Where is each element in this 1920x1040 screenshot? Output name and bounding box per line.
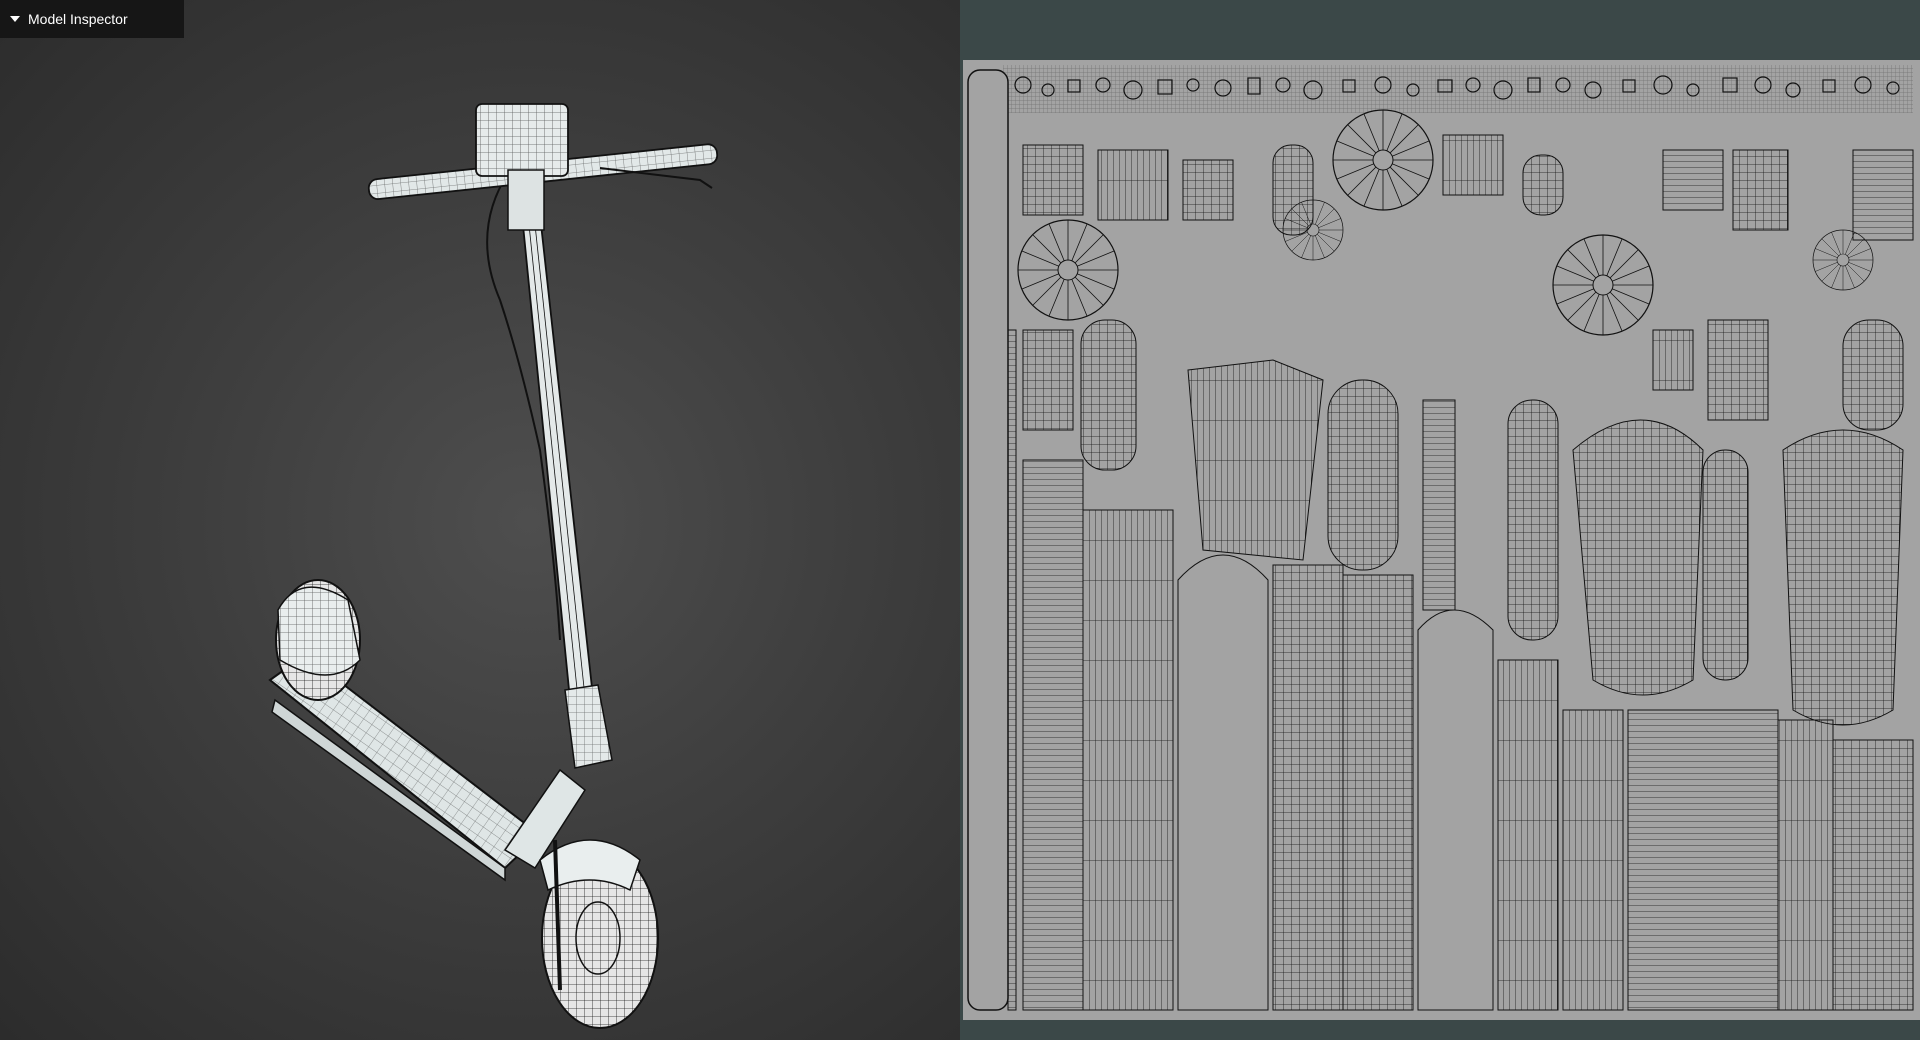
- front-wheel: [539, 839, 659, 1029]
- 3d-viewport[interactable]: [0, 0, 960, 1040]
- scooter-wireframe-model[interactable]: [0, 0, 960, 1040]
- uv-sheet[interactable]: [963, 60, 1920, 1020]
- steering-stem: [503, 214, 613, 870]
- handlebar: [367, 103, 719, 231]
- rear-wheel: [275, 579, 361, 701]
- inspector-title: Model Inspector: [28, 11, 128, 27]
- uv-layout-panel[interactable]: [960, 0, 1920, 1040]
- model-inspector-header[interactable]: Model Inspector: [0, 0, 184, 38]
- caret-down-icon[interactable]: [10, 16, 20, 22]
- uv-islands-map: [967, 65, 1914, 1011]
